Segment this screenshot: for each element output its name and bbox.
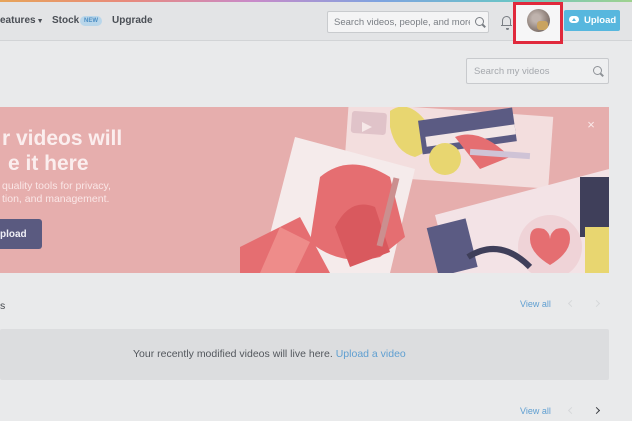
upload-button[interactable]: Upload: [564, 10, 620, 31]
library-search-box[interactable]: [466, 58, 609, 84]
user-avatar[interactable]: [527, 9, 550, 32]
recent-empty-state: Your recently modified videos will live …: [0, 329, 609, 380]
second-view-all-link[interactable]: View all: [520, 406, 551, 416]
search-icon[interactable]: [593, 66, 602, 75]
bell-icon[interactable]: [500, 16, 512, 30]
banner-body-line-1: quality tools for privacy,: [2, 180, 111, 192]
upload-button-label: Upload: [584, 15, 617, 26]
close-icon[interactable]: ×: [584, 118, 598, 132]
recent-view-all-link[interactable]: View all: [520, 299, 551, 309]
recent-section-title: s: [0, 300, 6, 312]
banner-headline-line-2: e it here: [8, 152, 89, 175]
cloud-upload-icon: [569, 16, 579, 23]
chevron-right-icon[interactable]: [592, 299, 602, 309]
nav-upgrade[interactable]: Upgrade: [112, 15, 153, 26]
new-badge: NEW: [80, 16, 102, 26]
banner-headline-line-1: r videos will: [2, 127, 123, 150]
empty-state-text: Your recently modified videos will live …: [133, 348, 336, 360]
chevron-down-icon: ▼: [36, 18, 44, 25]
nav-stock[interactable]: Stock: [52, 15, 79, 26]
global-search-box[interactable]: [327, 11, 489, 33]
upload-video-link[interactable]: Upload a video: [336, 348, 406, 360]
search-icon[interactable]: [475, 17, 484, 26]
promo-banner: r videos will e it here quality tools fo…: [0, 107, 609, 273]
chevron-left-icon[interactable]: [565, 406, 575, 416]
nav-features[interactable]: eatures▼: [0, 15, 44, 26]
nav-features-label: eatures: [0, 15, 36, 26]
banner-illustration: [240, 107, 609, 273]
empty-state-message: Your recently modified videos will live …: [133, 348, 406, 360]
global-search-input[interactable]: [334, 15, 470, 29]
banner-upload-button[interactable]: pload: [0, 219, 42, 249]
library-search-input[interactable]: [474, 65, 584, 78]
chevron-right-icon[interactable]: [592, 406, 602, 416]
banner-body-line-2: tion, and management.: [2, 193, 110, 205]
chevron-left-icon[interactable]: [565, 299, 575, 309]
